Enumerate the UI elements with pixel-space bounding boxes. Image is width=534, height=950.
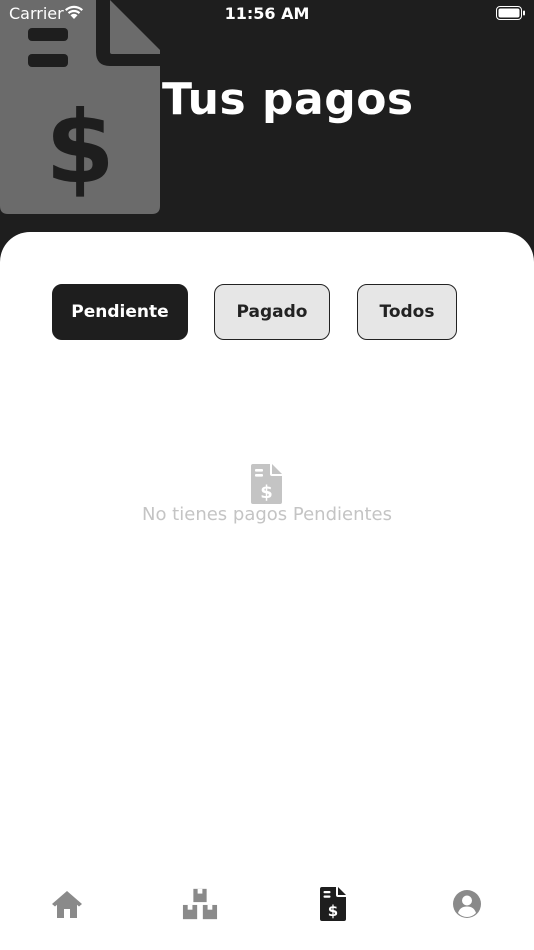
filter-pending-button[interactable]: Pendiente (52, 284, 188, 340)
svg-text:$: $ (328, 902, 338, 920)
battery-icon (496, 6, 525, 20)
invoice-dollar-icon: $ (251, 464, 282, 504)
invoice-dollar-icon: $ (0, 0, 160, 214)
nav-home-button[interactable] (49, 886, 85, 922)
filter-paid-button[interactable]: Pagado (214, 284, 330, 340)
content-sheet: Pendiente Pagado Todos $ No tienes pagos… (0, 232, 534, 950)
bottom-nav: $ (0, 870, 534, 950)
filter-all-button[interactable]: Todos (357, 284, 457, 340)
svg-text:$: $ (260, 482, 273, 503)
nav-profile-button[interactable] (449, 886, 485, 922)
status-bar: Carrier 11:56 AM (0, 0, 534, 28)
user-circle-icon (453, 890, 481, 918)
nav-boxes-button[interactable] (182, 886, 218, 922)
home-icon (52, 891, 82, 918)
page-title: Tus pagos (162, 74, 414, 125)
status-time: 11:56 AM (224, 4, 310, 23)
invoice-dollar-icon: $ (320, 887, 346, 921)
svg-text:$: $ (45, 89, 115, 206)
boxes-icon (182, 888, 218, 920)
empty-state-message: No tienes pagos Pendientes (141, 504, 393, 525)
header: $ Carrier 11:56 AM Tus pagos (0, 0, 534, 260)
nav-payments-button[interactable]: $ (315, 886, 351, 922)
